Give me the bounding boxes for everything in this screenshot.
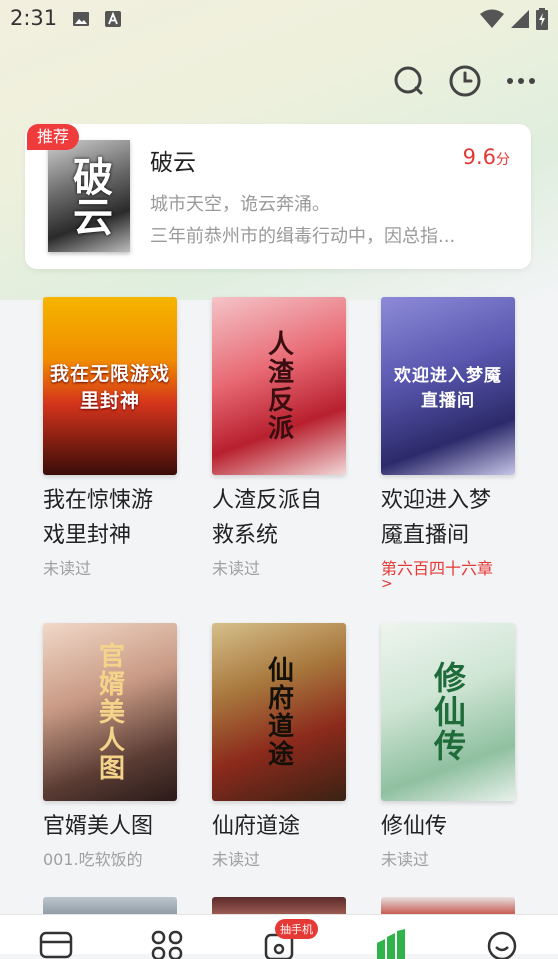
text-notification-icon: [105, 11, 121, 27]
history-button[interactable]: [448, 64, 482, 98]
chevron-right-icon: >: [381, 576, 393, 592]
book-title-line2: 救系统: [212, 523, 279, 548]
recommend-desc-line1: 城市天空，诡云奔涌。: [150, 194, 330, 215]
book-cover-text: 仙府道途: [263, 656, 294, 768]
recommend-badge: 推荐: [27, 124, 80, 150]
book-title-line1: 欢迎进入梦: [381, 488, 492, 513]
nav-profile[interactable]: [472, 915, 532, 959]
search-icon: [394, 66, 423, 95]
book-progress: 未读过: [43, 559, 92, 578]
top-actions: [392, 64, 538, 98]
book-item[interactable]: 仙府道途 仙府道途 未读过: [212, 623, 348, 870]
book-cover[interactable]: 我在无限游戏里封神: [43, 297, 177, 475]
book-cover[interactable]: 修仙传: [381, 623, 515, 801]
bookshelf-icon: [39, 931, 73, 959]
more-dots-icon: [507, 78, 535, 84]
book-item[interactable]: 欢迎进入梦魇直播间 欢迎进入梦 魇直播间 第六百四十六章 >: [381, 297, 517, 592]
status-bar: 2:31: [0, 0, 558, 40]
book-title: 仙府道途: [212, 809, 348, 844]
image-notification-icon: [73, 12, 89, 26]
book-progress: 未读过: [212, 559, 261, 578]
book-title: 我在惊悚游 戏里封神: [43, 483, 179, 553]
book-title-line1: 人渣反派自: [212, 488, 323, 513]
bottom-navigation: 抽手机: [0, 914, 558, 959]
book-progress: 001.吃软饭的: [43, 850, 143, 869]
book-item[interactable]: 官婿美人图 官婿美人图 001.吃软饭的: [43, 623, 179, 870]
featured-bars-icon: [376, 929, 405, 959]
book-progress-text: 第六百四十六章: [381, 559, 494, 578]
status-time: 2:31: [10, 6, 58, 30]
nav-badge: 抽手机: [274, 919, 318, 939]
score-value: 9.6: [462, 145, 496, 169]
recommend-desc-line2: 三年前恭州市的缉毒行动中，因总指...: [150, 226, 456, 247]
grid-icon: [152, 930, 183, 959]
book-cover[interactable]: 欢迎进入梦魇直播间: [381, 297, 515, 475]
wifi-icon: [480, 9, 504, 28]
book-title: 欢迎进入梦 魇直播间: [381, 483, 517, 553]
nav-lottery[interactable]: 抽手机: [249, 915, 318, 959]
book-cover[interactable]: 人渣反派: [212, 297, 346, 475]
book-progress: 未读过: [212, 850, 261, 869]
score-unit: 分: [496, 152, 510, 168]
face-icon: [487, 931, 517, 959]
book-title: 人渣反派自 救系统: [212, 483, 348, 553]
book-item[interactable]: 修仙传 修仙传 未读过: [381, 623, 517, 870]
book-item[interactable]: 我在无限游戏里封神 我在惊悚游 戏里封神 未读过: [43, 297, 179, 579]
book-progress[interactable]: 第六百四十六章 >: [381, 555, 517, 592]
book-title-line1: 官婿美人图: [43, 814, 154, 839]
book-title: 修仙传: [381, 809, 517, 844]
book-item[interactable]: 人渣反派 人渣反派自 救系统 未读过: [212, 297, 348, 579]
book-cover-text: 欢迎进入梦魇直播间: [394, 366, 502, 411]
book-cover[interactable]: 官婿美人图: [43, 623, 177, 801]
more-button[interactable]: [504, 64, 538, 98]
book-title: 官婿美人图: [43, 809, 179, 844]
book-cover-text: 修仙传: [429, 661, 467, 763]
recommend-book-cover[interactable]: 破云: [48, 140, 130, 252]
book-cover-text: 我在无限游戏里封神: [50, 363, 171, 412]
recommend-title[interactable]: 破云: [150, 143, 196, 177]
recommend-score: 9.6分: [463, 145, 510, 169]
book-cover-text: 人渣反派: [263, 330, 294, 442]
nav-categories[interactable]: [137, 915, 197, 959]
nav-featured[interactable]: [361, 915, 421, 959]
book-title-line2: 魇直播间: [381, 523, 470, 548]
search-button[interactable]: [392, 64, 426, 98]
book-title-line1: 修仙传: [381, 814, 448, 839]
book-title-line1: 我在惊悚游: [43, 488, 154, 513]
battery-icon: [536, 8, 548, 30]
book-title-line2: 戏里封神: [43, 523, 132, 548]
clock-icon: [449, 65, 481, 97]
book-cover-text: 官婿美人图: [94, 642, 125, 782]
book-title-line1: 仙府道途: [212, 814, 301, 839]
book-progress: 未读过: [381, 850, 430, 869]
signal-icon: [511, 10, 529, 28]
recommend-cover-text: 破云: [66, 156, 113, 236]
nav-bookshelf[interactable]: [26, 915, 86, 959]
book-cover[interactable]: 仙府道途: [212, 623, 346, 801]
